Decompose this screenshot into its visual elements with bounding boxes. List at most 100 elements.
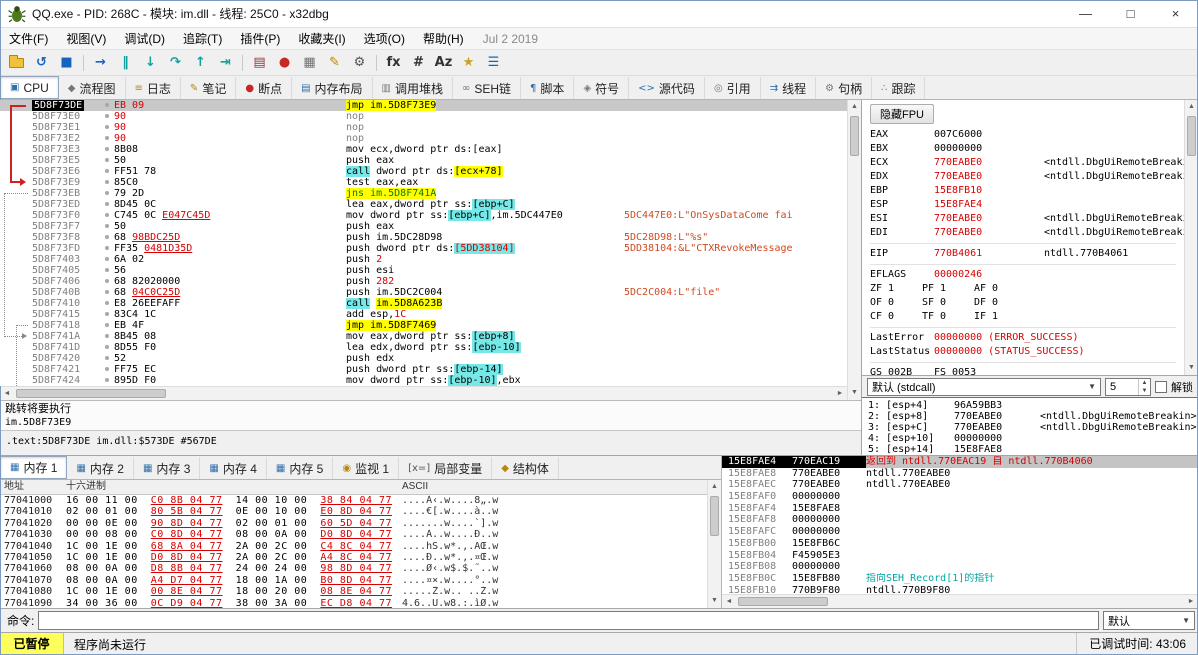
- dump-vertical-scrollbar[interactable]: ▲ ▼: [707, 480, 721, 608]
- tab-graph[interactable]: ◆流程图: [59, 77, 126, 99]
- close-icon[interactable]: ×: [1153, 0, 1198, 27]
- restart-icon[interactable]: ↺: [29, 52, 54, 74]
- register-row[interactable]: EDX770EABE0<ntdll.DbgUiRemoteBreakin>: [870, 170, 1184, 184]
- menu-item[interactable]: 追踪(T): [174, 28, 231, 49]
- tab-script[interactable]: ¶脚本: [521, 77, 574, 99]
- step-out-icon[interactable]: ↑: [188, 52, 213, 74]
- step-into-icon[interactable]: ↓: [138, 52, 163, 74]
- disasm-row[interactable]: 5D8F740B68 04C0C25Dpush im.5DC2C0045DC2C…: [0, 287, 847, 298]
- disasm-row[interactable]: 5D8F740668 82020000push 282: [0, 276, 847, 287]
- favorites-icon[interactable]: ★: [456, 52, 481, 74]
- register-row[interactable]: ESI770EABE0<ntdll.DbgUiRemoteBreakin>: [870, 212, 1184, 226]
- dump-rows[interactable]: 7704100016 00 11 00 C0 8B 04 77 14 00 10…: [0, 495, 707, 608]
- tab-seh[interactable]: ∞SEH链: [453, 77, 521, 99]
- register-row[interactable]: EBP15E8FB10: [870, 184, 1184, 198]
- tab-breakpoints[interactable]: ●断点: [236, 77, 292, 99]
- tab-references[interactable]: ◎引用: [705, 77, 761, 99]
- dump-row[interactable]: 770410401C 00 1E 00 68 8A 04 77 2A 00 2C…: [0, 541, 707, 552]
- scroll-thumb[interactable]: [850, 116, 859, 156]
- arg-row[interactable]: 1: [esp+4]96A59BB3: [868, 400, 1198, 411]
- breakpoint-dot[interactable]: [105, 257, 109, 261]
- disasm-row[interactable]: 5D8F7424895D F0mov dword ptr ss:[ebp-10]…: [0, 375, 847, 386]
- arg-row[interactable]: 4: [esp+10]00000000: [868, 433, 1198, 444]
- scroll-thumb[interactable]: [16, 389, 166, 398]
- disassembly-view[interactable]: 5D8F73DEEB 09jmp im.5D8F73E95D8F73E090no…: [0, 100, 847, 386]
- register-row-eflags[interactable]: EFLAGS00000246: [870, 268, 1184, 282]
- dump-row[interactable]: 7704109034 00 36 00 0C D9 04 77 38 00 3A…: [0, 598, 707, 608]
- dump-row[interactable]: 7704107008 00 0A 00 A4 D7 04 77 18 00 1A…: [0, 575, 707, 586]
- unlock-checkbox[interactable]: [1155, 381, 1167, 393]
- disasm-row[interactable]: 5D8F74036A 02push 2: [0, 254, 847, 265]
- breakpoint-dot[interactable]: [105, 125, 109, 129]
- disasm-vertical-scrollbar[interactable]: ▲ ▼: [847, 100, 861, 400]
- stop-icon[interactable]: ■: [54, 52, 79, 74]
- registers-scrollbar[interactable]: ▲ ▼: [1184, 100, 1198, 375]
- arg-row[interactable]: 3: [esp+C]770EABE0<ntdll.DbgUiRemoteBrea…: [868, 422, 1198, 433]
- scroll-up-icon[interactable]: ▲: [848, 100, 862, 114]
- stack-row[interactable]: 15E8FAEC770EABE0ntdll.770EABE0: [722, 479, 1198, 491]
- register-row-eip[interactable]: EIP770B4061ntdll.770B4061: [870, 247, 1184, 261]
- tab-dump-3[interactable]: ▦内存 3: [134, 457, 200, 479]
- scroll-track[interactable]: [14, 387, 833, 400]
- breakpoint-icon[interactable]: ●: [272, 52, 297, 74]
- breakpoint-dot[interactable]: [105, 279, 109, 283]
- breakpoint-dot[interactable]: [105, 301, 109, 305]
- breakpoint-dot[interactable]: [105, 114, 109, 118]
- disasm-row[interactable]: 5D8F73FDFF35 0481D35Dpush dword ptr ds:[…: [0, 243, 847, 254]
- stepper-down-icon[interactable]: ▼: [1139, 387, 1150, 395]
- tab-locals[interactable]: [x=]局部变量: [399, 457, 492, 479]
- hash-icon[interactable]: #: [406, 52, 431, 74]
- patch-icon[interactable]: ✎: [322, 52, 347, 74]
- disasm-row[interactable]: 5D8F73E190nop: [0, 122, 847, 133]
- open-file-icon[interactable]: [4, 52, 29, 74]
- stack-row[interactable]: 15E8FB10770B9F80ntdll.770B9F80: [722, 585, 1198, 594]
- scroll-left-icon[interactable]: ◄: [0, 387, 14, 401]
- scroll-track[interactable]: [848, 114, 861, 386]
- minimize-icon[interactable]: —: [1063, 0, 1108, 27]
- disasm-row[interactable]: 5D8F73F0C745 0C E047C45Dmov dword ptr ss…: [0, 210, 847, 221]
- disasm-row[interactable]: 5D8F740556push esi: [0, 265, 847, 276]
- breakpoint-dot[interactable]: [105, 345, 109, 349]
- breakpoint-dot[interactable]: [105, 202, 109, 206]
- dump-row[interactable]: 7704106008 00 0A 00 D8 8B 04 77 24 00 24…: [0, 563, 707, 574]
- scroll-track[interactable]: [708, 494, 721, 594]
- disasm-row[interactable]: 5D8F73F750push eax: [0, 221, 847, 232]
- disasm-row[interactable]: 5D8F742052push edx: [0, 353, 847, 364]
- database-icon[interactable]: ☰: [481, 52, 506, 74]
- dump-row[interactable]: 770410801C 00 1E 00 00 8E 04 77 18 00 20…: [0, 586, 707, 597]
- tab-cpu[interactable]: ▣CPU: [0, 76, 59, 99]
- scroll-thumb[interactable]: [710, 496, 719, 536]
- run-icon[interactable]: →: [88, 52, 113, 74]
- command-input[interactable]: [38, 611, 1099, 630]
- disasm-row[interactable]: 5D8F7410E8 26EEFAFFcall im.5D8A623B: [0, 298, 847, 309]
- scroll-left-icon[interactable]: ◄: [722, 595, 736, 609]
- disasm-row[interactable]: 5D8F73E290nop: [0, 133, 847, 144]
- stack-rows[interactable]: 15E8FAE4770EAC19返回到 ntdll.770EAC19 自 ntd…: [722, 456, 1198, 594]
- disasm-row[interactable]: 5D8F73E090nop: [0, 111, 847, 122]
- scroll-track[interactable]: [736, 595, 1184, 608]
- tab-dump-5[interactable]: ▦内存 5: [267, 457, 333, 479]
- command-mode-select[interactable]: 默认 ▼: [1103, 611, 1195, 630]
- scroll-thumb[interactable]: [738, 597, 828, 606]
- stack-row[interactable]: 15E8FB0C15E8FB80指向SEH_Record[1]的指针: [722, 573, 1198, 585]
- tab-source[interactable]: <>源代码: [629, 77, 705, 99]
- run-to-cursor-icon[interactable]: ⇥: [213, 52, 238, 74]
- menu-item[interactable]: 插件(P): [231, 28, 289, 49]
- dump-row[interactable]: 7704101002 00 01 00 80 5B 04 77 0E 00 10…: [0, 506, 707, 517]
- arg-count-stepper[interactable]: 5 ▲▼: [1105, 378, 1151, 396]
- tab-trace[interactable]: ∴跟踪: [872, 77, 925, 99]
- breakpoint-dot[interactable]: [105, 235, 109, 239]
- stack-row[interactable]: 15E8FAFC00000000: [722, 526, 1198, 538]
- breakpoint-dot[interactable]: [105, 136, 109, 140]
- disasm-row[interactable]: 5D8F7418EB 4Fjmp im.5D8F7469: [0, 320, 847, 331]
- stack-row[interactable]: 15E8FAE8770EABE0ntdll.770EABE0: [722, 468, 1198, 480]
- stepper-up-icon[interactable]: ▲: [1139, 379, 1150, 387]
- settings-icon[interactable]: ⚙: [347, 52, 372, 74]
- tab-watch-1[interactable]: ◉监视 1: [333, 457, 399, 479]
- tab-threads[interactable]: ⇉线程: [761, 77, 816, 99]
- disasm-row[interactable]: 5D8F73DEEB 09jmp im.5D8F73E9: [0, 100, 847, 111]
- scroll-up-icon[interactable]: ▲: [708, 480, 722, 494]
- breakpoint-dot[interactable]: [105, 169, 109, 173]
- tab-log[interactable]: ≡日志: [126, 77, 181, 99]
- menu-item[interactable]: 选项(O): [355, 28, 414, 49]
